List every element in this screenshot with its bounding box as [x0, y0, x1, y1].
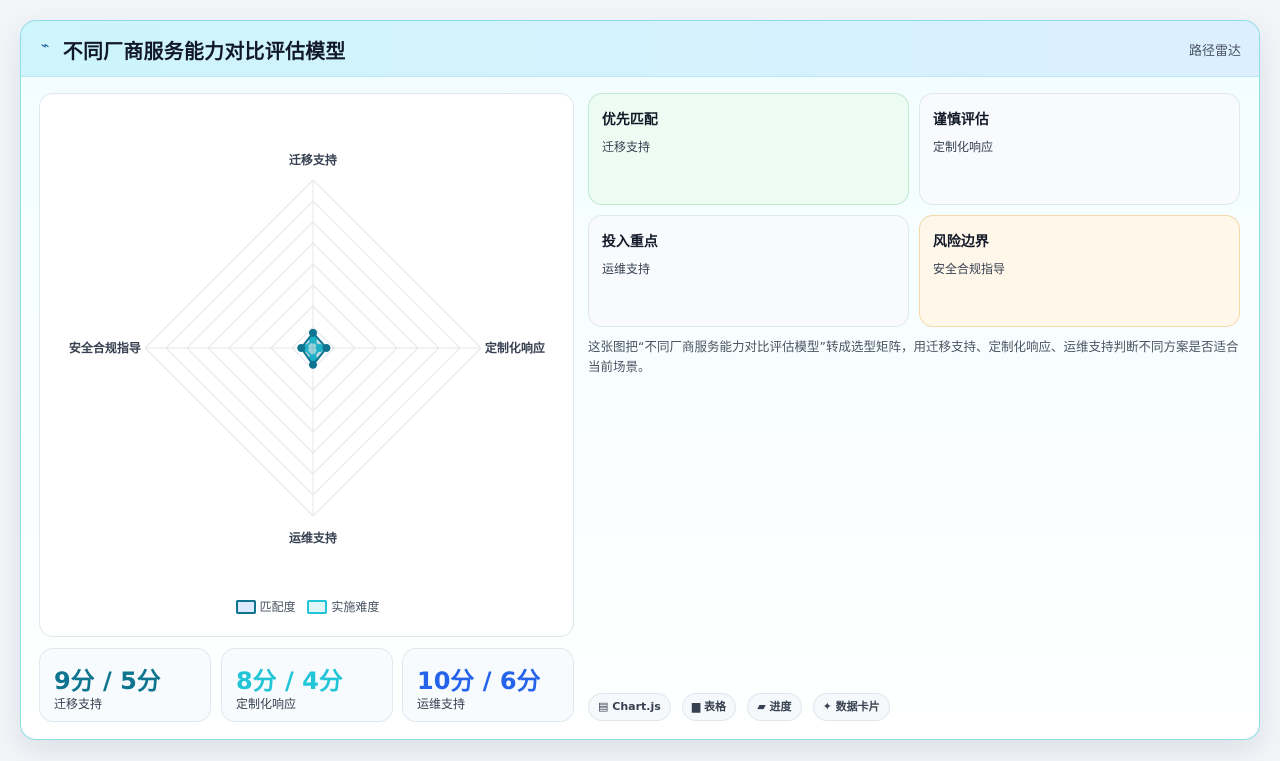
radar-chart-panel: 迁移支持定制化响应运维支持 安全合规指导 匹配度 实施难度 [39, 93, 574, 637]
legend-swatch-difficulty [307, 600, 328, 614]
radar-data-point [322, 344, 331, 352]
chart-icon: ▤ [598, 700, 609, 713]
quadrant-text: 运维支持 [602, 262, 651, 276]
radar-data-point [297, 344, 306, 352]
legend-item-difficulty[interactable]: 实施难度 [307, 598, 379, 615]
quadrant-risk-boundary: 风险边界 安全合规指导 [919, 215, 1240, 327]
radar-chart: 迁移支持定制化响应运维支持 安全合规指导 [69, 152, 545, 545]
stat-value-migration: 9分 / 5分 [54, 667, 161, 695]
chip-progress[interactable]: ▰ 进度 [747, 693, 802, 721]
quadrant-priority-match: 优先匹配 迁移支持 [588, 93, 909, 205]
quadrant-invest-focus: 投入重点 运维支持 [588, 215, 909, 327]
chart-legend: 匹配度 实施难度 [40, 598, 575, 615]
quadrant-title: 优先匹配 [602, 112, 658, 128]
chip-table[interactable]: ▆ 表格 [681, 693, 737, 721]
stat-card-migration: 9分 / 5分 迁移支持 [39, 648, 211, 722]
stat-label-customization: 定制化响应 [236, 697, 297, 711]
quadrant-text: 迁移支持 [602, 140, 651, 154]
quadrant-title: 谨慎评估 [933, 112, 989, 128]
legend-swatch-match [235, 600, 256, 614]
header: ⌁ 不同厂商服务能力对比评估模型 路径雷达 [21, 21, 1259, 77]
radar-axis-label: 安全合规指导 [69, 340, 141, 355]
quadrant-cautious-eval: 谨慎评估 定制化响应 [919, 93, 1240, 205]
chip-chartjs[interactable]: ▤ Chart.js [588, 693, 671, 721]
page-title: 不同厂商服务能力对比评估模型 [63, 39, 346, 63]
radar-data-point [309, 360, 317, 369]
stat-label-ops: 运维支持 [417, 697, 466, 711]
table-icon: ▆ [691, 700, 701, 713]
stat-value-ops: 10分 / 6分 [417, 667, 541, 695]
quadrant-title: 投入重点 [602, 234, 658, 250]
stat-card-ops: 10分 / 6分 运维支持 [402, 648, 574, 722]
legend-item-match[interactable]: 匹配度 [235, 598, 296, 615]
quadrant-text: 安全合规指导 [933, 262, 1006, 276]
radar-data-point [309, 328, 317, 337]
radar-axis-label: 定制化响应 [485, 340, 545, 355]
quadrant-title: 风险边界 [933, 234, 989, 250]
chart-type-badge: 路径雷达 [1188, 44, 1241, 59]
radar-axis-label: 运维支持 [289, 530, 337, 545]
chip-data-card[interactable]: ✦ 数据卡片 [812, 693, 890, 721]
legend-label-difficulty: 实施难度 [331, 600, 380, 614]
stat-value-customization: 8分 / 4分 [236, 667, 343, 695]
stat-label-migration: 迁移支持 [54, 697, 103, 711]
main-card: ⌁ 不同厂商服务能力对比评估模型 路径雷达 迁移支持 定制化响应 运维支持 安全合规指… [20, 20, 1260, 740]
legend-label-match: 匹配度 [259, 600, 296, 614]
chart-description: 这张图把“不同厂商服务能力对比评估模型”转成选型矩阵，用迁移支持、定制化响应、运… [588, 339, 1239, 374]
quadrant-text: 定制化响应 [933, 140, 994, 154]
radar-axis-label: 迁移支持 [289, 152, 337, 167]
sparkle-icon: ✦ [822, 700, 832, 713]
tech-chips: ▤ Chart.js ▆ 表格 ▰ 进度 ✦ 数据卡片 [588, 693, 896, 721]
wave-icon: ⌁ [41, 38, 50, 54]
progress-icon: ▰ [757, 700, 766, 713]
stat-card-customization: 8分 / 4分 定制化响应 [221, 648, 393, 722]
